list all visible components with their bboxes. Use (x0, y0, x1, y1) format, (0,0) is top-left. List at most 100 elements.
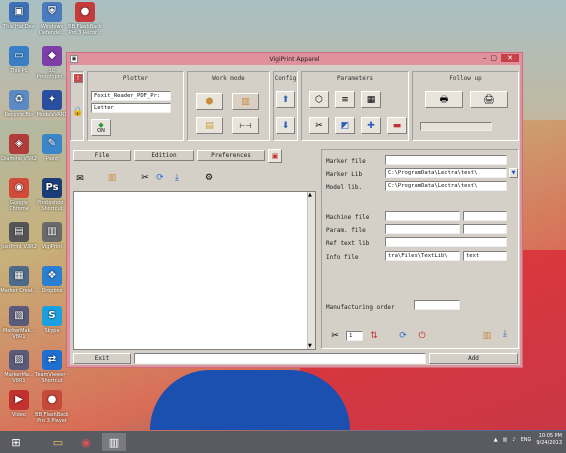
desktop-wallpaper-blue (150, 370, 350, 430)
system-tray: ▲ ▥ ♪ ENG 10:05 PM 9/24/2013 (494, 433, 562, 447)
file-list-scrollbar[interactable]: ▲ ▼ (307, 192, 315, 349)
client-area: ! 🔒 Plotter Foxit_Reader_PDF_Pr: Letter … (70, 65, 520, 365)
info-file-label: Info file (326, 254, 359, 261)
follow-up-printer-button[interactable]: 🖶 (425, 91, 463, 108)
mail-icon[interactable]: ✉ (73, 172, 87, 185)
desktop-icon-label: TeamViewer - Shortcut (35, 372, 69, 384)
follow-up-plotter-button[interactable]: 🖨 (470, 91, 508, 108)
machine-file-field[interactable] (385, 211, 460, 221)
close-icon[interactable]: ✕ (501, 54, 519, 62)
stop-icon[interactable]: ⏻ (415, 329, 429, 342)
model-lib-label: Model lib. (326, 184, 363, 191)
folder-mode-button[interactable]: ▤ (196, 117, 223, 134)
param-tools-button[interactable]: ✂ (309, 117, 329, 134)
scroll-down-icon[interactable]: ▼ (308, 343, 312, 349)
cutter-icon[interactable]: ✂ (326, 329, 344, 342)
refresh-job-icon[interactable]: ⟳ (396, 329, 410, 342)
manufacturing-order-label: Manufacturing order (326, 304, 395, 311)
clock[interactable]: 10:05 PM 9/24/2013 (536, 433, 562, 447)
desktop-icon[interactable]: ● BB FlashBack Pro 3 Recor... (66, 2, 104, 36)
desktop-icon-image: ▣ (9, 2, 29, 22)
marker-lib-dropdown-icon[interactable]: ▼ (509, 168, 518, 178)
desktop-icon-image: ▨ (9, 350, 29, 370)
marker-mode-button[interactable]: ▥ (232, 93, 259, 110)
desktop-icon-image: ▶ (9, 390, 29, 410)
info-file-ext-field[interactable]: text (463, 251, 507, 261)
explorer-icon[interactable]: ▭ (46, 433, 70, 451)
app-icon[interactable]: ▣ (70, 55, 78, 63)
clock-time: 10:05 PM (538, 433, 562, 439)
param-lines-button[interactable]: ≡ (335, 91, 355, 108)
machine-file-ext-field[interactable] (463, 211, 507, 221)
param-cube-button[interactable]: ⬡ (309, 91, 329, 108)
tray-volume-icon[interactable]: ♪ (512, 437, 515, 443)
desktop-icon-image: ▭ (9, 46, 29, 66)
model-lib-field[interactable]: C:\ProgramData\Lectra\test\ (385, 181, 507, 191)
desktop-icon-image: ◆ (42, 46, 62, 66)
refresh-icon[interactable]: ⟳ (153, 171, 167, 184)
marker-icon[interactable]: ▥ (102, 171, 122, 184)
config-up-button[interactable]: ⬆ (276, 91, 295, 108)
machine-file-label: Machine file (326, 214, 370, 221)
measure-mode-button[interactable]: ⊢⊣ (232, 117, 259, 134)
on-button[interactable]: ◆ ON (91, 119, 111, 136)
manufacturing-order-field[interactable] (414, 300, 460, 310)
marker-lib-field[interactable]: C:\ProgramData\Lectra\test\ (385, 168, 507, 178)
copies-stepper-icon[interactable]: ⇅ (367, 329, 381, 342)
start-icon[interactable]: ⊞ (4, 433, 28, 451)
desktop-icon-image: Ps (42, 178, 62, 198)
desktop-icon-image: ◈ (9, 134, 29, 154)
desktop-icon-image: ❖ (42, 266, 62, 286)
clock-date: 9/24/2013 (536, 440, 562, 446)
param-grid-button[interactable]: ▦ (361, 91, 381, 108)
form-panel (321, 149, 519, 349)
desktop-icon-image: ⇄ (42, 350, 62, 370)
plotter-name-field[interactable]: Foxit_Reader_PDF_Pr: (91, 91, 171, 101)
paper-field[interactable]: Letter (91, 103, 171, 113)
desktop-icon-image: S (42, 306, 62, 326)
cut-icon[interactable]: ✂ (138, 171, 152, 184)
language-indicator[interactable]: ENG (521, 437, 532, 443)
param-print-button[interactable]: ▬ (387, 117, 407, 134)
marker-file-field[interactable] (385, 155, 507, 165)
param-file-field[interactable] (385, 224, 460, 234)
lock-icon[interactable]: 🔒 (71, 105, 85, 118)
download-icon[interactable]: ⤓ (170, 171, 184, 184)
exit-button[interactable]: Exit (73, 353, 131, 364)
ref-text-lib-field[interactable] (385, 237, 507, 247)
info-button[interactable]: ▣ (268, 149, 282, 163)
marker-send-icon[interactable]: ▥ (480, 329, 494, 342)
desktop-icon-image: ⛨ (42, 2, 62, 22)
tray-up-icon[interactable]: ▲ (494, 437, 498, 443)
scroll-up-icon[interactable]: ▲ (308, 192, 312, 198)
param-slash-button[interactable]: ◩ (335, 117, 355, 134)
config-down-button[interactable]: ⬇ (276, 117, 295, 134)
maximize-icon[interactable]: ▢ (490, 54, 497, 62)
desktop-icon-image: ● (42, 390, 62, 410)
title-bar[interactable]: ▣ VigiPrint Apparel – ▢ ✕ (67, 53, 522, 65)
chrome-icon[interactable]: ◉ (74, 433, 98, 451)
add-button[interactable]: Add (429, 353, 518, 364)
copies-field[interactable]: 1 (346, 331, 363, 341)
file-menu[interactable]: File (73, 150, 131, 161)
work-mode-header: Work mode (212, 75, 245, 82)
file-list[interactable] (73, 191, 316, 350)
desktop-icon-label: BB FlashBack Pro 3 Recor... (68, 24, 102, 36)
param-file-label: Param. file (326, 227, 366, 234)
vigiprint-taskbar-icon[interactable]: ▥ (102, 433, 126, 451)
settings-tool-icon[interactable]: ⚙ (202, 171, 216, 184)
preferences-menu[interactable]: Preferences (197, 150, 265, 161)
plotter-status-icon[interactable]: ! (73, 73, 83, 83)
desktop-icon-image: ✦ (42, 90, 62, 110)
cut-piece-button[interactable]: ⬢ (196, 93, 223, 110)
minimize-icon[interactable]: – (483, 54, 487, 62)
param-gift-button[interactable]: ✚ (361, 117, 381, 134)
edition-menu[interactable]: Edition (134, 150, 194, 161)
marker-lib-label: Marker Lib (326, 171, 363, 178)
tray-network-icon[interactable]: ▥ (503, 437, 508, 443)
download-job-icon[interactable]: ⤓ (498, 327, 512, 340)
info-file-field[interactable]: tra\Files\TextLib\ (385, 251, 460, 261)
param-file-ext-field[interactable] (463, 224, 507, 234)
desktop-icon[interactable]: ● BB FlashBack Pro 3 Player (33, 390, 71, 424)
desktop-icon-image: ✎ (42, 134, 62, 154)
